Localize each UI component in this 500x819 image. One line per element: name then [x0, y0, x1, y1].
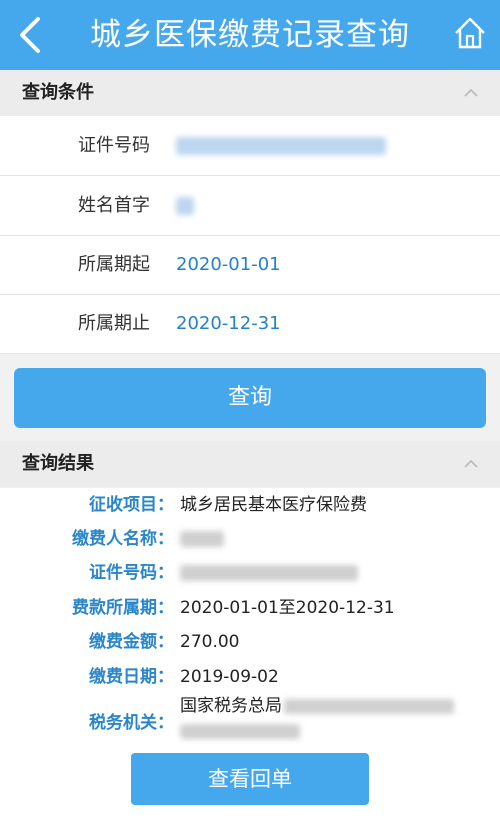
- payer-name-value: [180, 522, 224, 556]
- pay-date-value: 2019-09-02: [180, 667, 279, 687]
- id-number-label: 证件号码: [78, 135, 150, 156]
- list-item: 缴费日期： 2019-09-02: [0, 660, 500, 694]
- name-initial-field[interactable]: [176, 176, 194, 236]
- period-end-label: 所属期止: [78, 313, 150, 334]
- period-value: 2020-01-01至2020-12-31: [180, 598, 395, 618]
- period-label: 费款所属期：: [72, 598, 174, 618]
- view-receipt-button[interactable]: 查看回单: [131, 753, 369, 805]
- list-item: 税务机关： 国家税务总局: [0, 694, 500, 752]
- chevron-left-icon: [20, 17, 40, 53]
- period-start-row[interactable]: 所属期起 2020-01-01: [0, 235, 500, 295]
- query-form: 证件号码 姓名首字 所属期起 2020-01-01 所属期止 2020-12-3…: [0, 116, 500, 354]
- list-item: 征收项目： 城乡居民基本医疗保险费: [0, 488, 500, 522]
- tax-office-value: 国家税务总局: [180, 695, 454, 739]
- home-icon: [455, 17, 485, 49]
- query-section-header: 查询条件: [0, 70, 500, 116]
- id-number-row[interactable]: 证件号码: [0, 116, 500, 176]
- redacted-office: [284, 698, 454, 714]
- query-section-title: 查询条件: [22, 82, 94, 103]
- pay-date-label: 缴费日期：: [89, 667, 174, 687]
- app-header: 城乡医保缴费记录查询: [0, 0, 500, 70]
- period-end-field[interactable]: 2020-12-31: [176, 294, 281, 354]
- id-number-label: 证件号码：: [89, 563, 174, 583]
- list-item: 费款所属期： 2020-01-01至2020-12-31: [0, 591, 500, 625]
- redacted-office: [180, 723, 300, 739]
- result-section-title: 查询结果: [22, 453, 94, 474]
- query-button[interactable]: 查询: [14, 368, 486, 428]
- period-end-row[interactable]: 所属期止 2020-12-31: [0, 294, 500, 354]
- tax-office-label: 税务机关：: [89, 713, 174, 733]
- name-initial-row[interactable]: 姓名首字: [0, 176, 500, 236]
- chevron-up-icon[interactable]: [464, 458, 478, 468]
- name-initial-label: 姓名首字: [78, 195, 150, 216]
- redacted-id: [176, 137, 386, 155]
- chevron-up-icon[interactable]: [464, 87, 478, 97]
- list-item: 缴费人名称：: [0, 522, 500, 556]
- id-number-field[interactable]: [176, 116, 386, 176]
- page-title: 城乡医保缴费记录查询: [90, 17, 410, 53]
- list-item: 证件号码：: [0, 556, 500, 590]
- redacted-name: [176, 197, 194, 215]
- redacted-name: [180, 531, 224, 547]
- amount-label: 缴费金额：: [89, 632, 174, 652]
- tax-office-text: 国家税务总局: [180, 696, 282, 716]
- result-section-header: 查询结果: [0, 441, 500, 487]
- back-button[interactable]: [10, 12, 50, 58]
- amount-value: 270.00: [180, 632, 240, 652]
- payer-name-label: 缴费人名称：: [72, 529, 174, 549]
- home-button[interactable]: [454, 16, 486, 50]
- period-start-label: 所属期起: [78, 254, 150, 275]
- item-value: 城乡居民基本医疗保险费: [180, 495, 367, 515]
- item-label: 征收项目：: [89, 495, 174, 515]
- id-number-value: [180, 556, 358, 590]
- period-start-field[interactable]: 2020-01-01: [176, 235, 281, 295]
- list-item: 缴费金额： 270.00: [0, 625, 500, 659]
- redacted-id: [180, 565, 358, 581]
